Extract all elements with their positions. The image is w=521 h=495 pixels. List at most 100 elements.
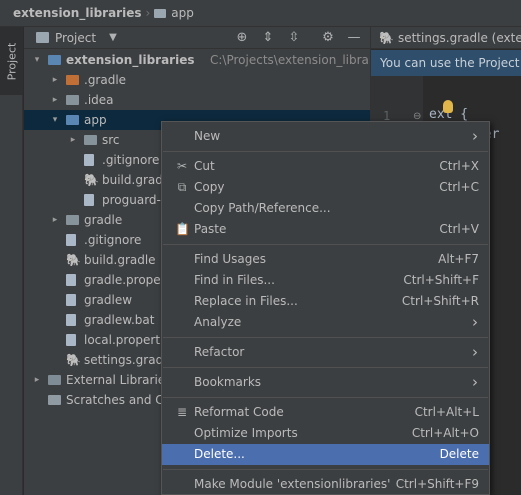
menu-item-label: Find Usages bbox=[194, 252, 267, 266]
menu-item-shortcut: Ctrl+X bbox=[439, 159, 479, 173]
tree-row-label: extension_libraries bbox=[66, 53, 195, 67]
menu-item-delete[interactable]: Delete... Delete bbox=[162, 444, 489, 465]
menu-item-shortcut: Ctrl+Shift+F9 bbox=[395, 477, 479, 491]
menu-item-label: Refactor bbox=[194, 345, 245, 359]
tree-row-label: gradle bbox=[84, 213, 123, 227]
context-menu: New › ✂ Cut Ctrl+X ⧉ Copy Ctrl+C Copy Path/Refer… bbox=[161, 121, 490, 495]
editor-notification-banner: You can use the Project Str bbox=[371, 50, 521, 76]
menu-item-reformat-code[interactable]: ≣ Reformat Code Ctrl+Alt+L bbox=[162, 402, 489, 423]
chevron-right-icon[interactable]: ▸ bbox=[68, 130, 78, 150]
menu-item-label: Bookmarks bbox=[194, 375, 262, 389]
menu-item-shortcut: Ctrl+Alt+O bbox=[411, 426, 479, 440]
folder-icon bbox=[66, 215, 79, 225]
tree-row-label: proguard-r bbox=[102, 193, 166, 207]
menu-item-new[interactable]: New › bbox=[162, 126, 489, 147]
menu-separator bbox=[163, 367, 488, 368]
chevron-right-icon: › bbox=[472, 343, 478, 361]
folder-icon bbox=[84, 135, 97, 145]
chevron-right-icon[interactable]: ▸ bbox=[50, 70, 60, 90]
menu-separator bbox=[163, 244, 488, 245]
menu-item-copy[interactable]: ⧉ Copy Ctrl+C bbox=[162, 177, 489, 198]
tree-row-label: .gitignore bbox=[102, 153, 160, 167]
tree-row-path: C:\Projects\extension_libraries bbox=[210, 53, 391, 67]
menu-separator bbox=[163, 151, 488, 152]
editor-tab[interactable]: 🐘settings.gradle (extensio bbox=[371, 27, 521, 49]
project-tool-tab-label: Project bbox=[5, 42, 19, 80]
gradle-icon: 🐘 bbox=[379, 31, 394, 45]
cut-icon: ✂ bbox=[176, 159, 188, 173]
menu-item-label: Optimize Imports bbox=[194, 426, 298, 440]
menu-separator bbox=[163, 337, 488, 338]
gradle-icon: 🐘 bbox=[66, 253, 81, 267]
tree-row-label: gradlew.bat bbox=[84, 313, 155, 327]
tree-row-label: local.propertie bbox=[84, 333, 171, 347]
file-icon bbox=[84, 154, 94, 166]
locate-icon[interactable]: ⊕ bbox=[234, 30, 250, 46]
chevron-down-icon[interactable]: ▾ bbox=[32, 50, 42, 70]
gear-icon[interactable]: ⚙ bbox=[320, 30, 336, 46]
chevron-down-icon[interactable]: ▾ bbox=[50, 110, 60, 130]
menu-item-cut[interactable]: ✂ Cut Ctrl+X bbox=[162, 156, 489, 177]
chevron-right-icon[interactable]: ▸ bbox=[50, 210, 60, 230]
menu-item-label: Delete... bbox=[194, 447, 245, 461]
tree-row-label: app bbox=[84, 113, 107, 127]
menu-item-refactor[interactable]: Refactor › bbox=[162, 342, 489, 363]
menu-item-copy-path-reference[interactable]: Copy Path/Reference... bbox=[162, 198, 489, 219]
project-view-icon bbox=[36, 32, 49, 43]
menu-separator bbox=[163, 469, 488, 470]
banner-text: You can use the Project Str bbox=[380, 56, 521, 70]
menu-item-shortcut: Ctrl+Shift+F bbox=[403, 273, 479, 287]
menu-item-shortcut: Ctrl+Shift+R bbox=[401, 294, 479, 308]
menu-item-find-in-files[interactable]: Find in Files... Ctrl+Shift+F bbox=[162, 270, 489, 291]
chevron-right-icon: › bbox=[472, 373, 478, 391]
module-folder-icon bbox=[66, 115, 79, 125]
module-folder-icon bbox=[48, 55, 61, 65]
menu-item-label: Make Module 'extensionlibraries' bbox=[194, 477, 391, 491]
tree-row-label: Scratches and Cor bbox=[66, 393, 176, 407]
breadcrumb-root[interactable]: extension_libraries bbox=[13, 6, 141, 20]
tree-row-label: src bbox=[102, 133, 120, 147]
menu-item-label: Analyze bbox=[194, 315, 242, 329]
breadcrumb-app[interactable]: app bbox=[171, 6, 194, 20]
folder-icon bbox=[154, 8, 167, 18]
project-tool-tab[interactable]: Project bbox=[0, 27, 23, 95]
hide-icon[interactable]: — bbox=[346, 30, 362, 46]
file-icon bbox=[66, 234, 76, 246]
menu-item-find-usages[interactable]: Find Usages Alt+F7 bbox=[162, 249, 489, 270]
tree-row-label: .gradle bbox=[84, 73, 127, 87]
menu-item-bookmarks[interactable]: Bookmarks › bbox=[162, 372, 489, 393]
paste-icon: 📋 bbox=[175, 222, 190, 236]
menu-item-shortcut: Ctrl+C bbox=[439, 180, 479, 194]
menu-item-label: Paste bbox=[194, 222, 227, 236]
tree-row-label: .gitignore bbox=[84, 233, 142, 247]
project-view-title[interactable]: Project bbox=[55, 31, 96, 45]
chevron-down-icon[interactable]: ▼ bbox=[109, 32, 117, 43]
menu-item-label: Copy bbox=[194, 180, 225, 194]
tree-row[interactable]: ▾ extension_libraries C:\Projects\extensio… bbox=[24, 50, 391, 70]
chevron-right-icon: › bbox=[472, 127, 478, 145]
chevron-right-icon: › bbox=[472, 313, 478, 331]
chevron-right-icon[interactable]: ▸ bbox=[50, 90, 60, 110]
tree-row[interactable]: ▸ .idea bbox=[24, 90, 370, 110]
collapse-all-icon[interactable]: ⇳ bbox=[286, 30, 302, 46]
menu-item-label: Reformat Code bbox=[194, 405, 284, 419]
menu-item-label: New bbox=[194, 129, 221, 143]
menu-item-analyze[interactable]: Analyze › bbox=[162, 312, 489, 333]
file-icon bbox=[66, 274, 76, 286]
editor-tab-label: settings.gradle (extensio bbox=[397, 31, 521, 45]
expand-all-icon[interactable]: ⇕ bbox=[260, 30, 276, 46]
lightbulb-icon[interactable] bbox=[443, 100, 453, 113]
chevron-right-icon[interactable]: ▸ bbox=[32, 370, 42, 390]
folder-icon bbox=[66, 75, 79, 85]
tree-row-label: External Libraries bbox=[66, 373, 172, 387]
menu-item-label: Replace in Files... bbox=[194, 294, 298, 308]
menu-item-paste[interactable]: 📋 Paste Ctrl+V bbox=[162, 219, 489, 240]
menu-item-replace-in-files[interactable]: Replace in Files... Ctrl+Shift+R bbox=[162, 291, 489, 312]
left-tool-strip: Project bbox=[0, 27, 23, 495]
file-icon bbox=[66, 334, 76, 346]
tree-row[interactable]: ▸ .gradle bbox=[24, 70, 370, 90]
tree-row-label: gradlew bbox=[84, 293, 133, 307]
menu-item-optimize-imports[interactable]: Optimize Imports Ctrl+Alt+O bbox=[162, 423, 489, 444]
menu-item-label: Cut bbox=[194, 159, 215, 173]
menu-item-make-module-extensionlibraries[interactable]: Make Module 'extensionlibraries' Ctrl+Shi… bbox=[162, 474, 489, 495]
